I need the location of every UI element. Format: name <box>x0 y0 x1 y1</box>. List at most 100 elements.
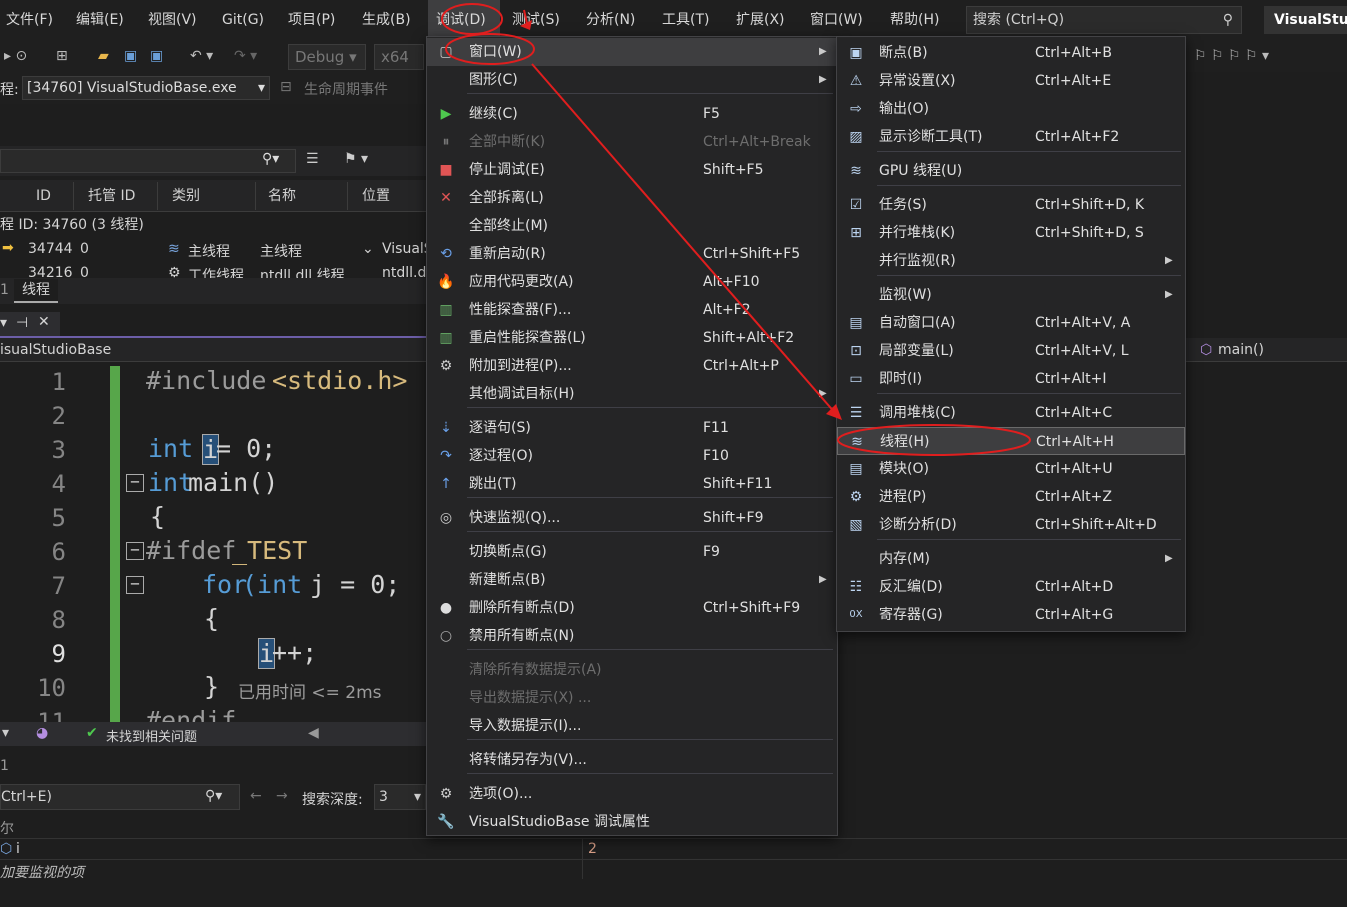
menu-project[interactable]: 项目(P) <box>288 0 335 40</box>
pin-icon[interactable]: ⊣ <box>16 315 28 331</box>
function-scope[interactable]: main() <box>1218 342 1264 358</box>
debug-menu-item[interactable]: ▶ 继续(C) F5 <box>427 100 837 128</box>
table-row[interactable]: ⬡ i 2 <box>0 838 1347 879</box>
collapse-icon[interactable]: − <box>126 576 144 594</box>
window-menu-item[interactable]: ≋ GPU 线程(U) <box>837 157 1185 185</box>
depth-select[interactable]: 3 ▾ <box>374 784 426 810</box>
save-icon[interactable]: ▣ <box>124 44 137 68</box>
debug-menu-item[interactable]: 🔥 应用代码更改(A) Alt+F10 <box>427 268 837 296</box>
bookmark-icon[interactable]: ⚐ ⚐ ⚐ ⚐ ▾ <box>1194 44 1269 68</box>
menu-view[interactable]: 视图(V) <box>148 0 197 40</box>
menu-test[interactable]: 测试(S) <box>512 0 560 40</box>
window-menu-item[interactable]: ☰ 调用堆栈(C) Ctrl+Alt+C <box>837 399 1185 427</box>
debug-menu-item[interactable]: 🔧 VisualStudioBase 调试属性 <box>427 808 837 836</box>
undo-icon[interactable]: ↶ ▾ <box>190 44 213 68</box>
collapse-icon[interactable]: − <box>126 474 144 492</box>
window-menu-item[interactable]: ▭ 即时(I) Ctrl+Alt+I <box>837 365 1185 393</box>
platform-combo[interactable]: x64 <box>374 44 424 70</box>
debug-menu-item[interactable]: 切换断点(G) F9 <box>427 538 837 566</box>
debug-menu-item[interactable]: 图形(C) ▶ <box>427 66 837 94</box>
lifecycle-icon[interactable]: ⊟ <box>280 79 292 95</box>
lifecycle-events[interactable]: 生命周期事件 <box>304 79 388 99</box>
debug-menu-item[interactable]: 导入数据提示(I)... <box>427 712 837 740</box>
col-managed-id[interactable]: 托管 ID <box>80 182 158 210</box>
code-editor[interactable]: 1 2 3 4 5 6 7 8 9 10 11 #include <stdio.… <box>0 362 428 736</box>
menu-file[interactable]: 文件(F) <box>6 0 53 40</box>
window-menu-item[interactable]: ☑ 任务(S) Ctrl+Shift+D, K <box>837 191 1185 219</box>
menu-extensions[interactable]: 扩展(X) <box>736 0 785 40</box>
debug-menu-item[interactable]: ▢ 窗口(W) ▶ <box>427 38 837 66</box>
window-menu-item[interactable]: 内存(M) ▶ <box>837 545 1185 573</box>
debug-menu-item[interactable]: 清除所有数据提示(A) <box>427 656 837 684</box>
col-name[interactable]: 名称 <box>260 182 348 210</box>
window-menu-item[interactable]: ⊡ 局部变量(L) Ctrl+Alt+V, L <box>837 337 1185 365</box>
add-watch-hint[interactable]: 加要监视的项 <box>0 862 84 882</box>
debug-menu-item[interactable]: ● 删除所有断点(D) Ctrl+Shift+F9 <box>427 594 837 622</box>
debug-menu-item[interactable]: ▥ 性能探查器(F)... Alt+F2 <box>427 296 837 324</box>
window-menu-item[interactable]: 监视(W) ▶ <box>837 281 1185 309</box>
chevron-down-icon[interactable]: ⌄ <box>362 241 374 257</box>
window-menu-item[interactable]: ⚙ 进程(P) Ctrl+Alt+Z <box>837 483 1185 511</box>
redo-icon[interactable]: ↷ ▾ <box>234 44 257 68</box>
debug-menu-item[interactable]: ⇣ 逐语句(S) F11 <box>427 414 837 442</box>
window-menu-item[interactable]: ≋ 线程(H) Ctrl+Alt+H <box>837 427 1185 455</box>
debug-menu-item[interactable]: ◎ 快速监视(Q)... Shift+F9 <box>427 504 837 532</box>
menu-window[interactable]: 窗口(W) <box>810 0 863 40</box>
window-menu-item[interactable]: ⇨ 输出(O) <box>837 95 1185 123</box>
col-category[interactable]: 类别 <box>164 182 256 210</box>
debug-menu-item[interactable]: ■ 停止调试(E) Shift+F5 <box>427 156 837 184</box>
debug-menu-item[interactable]: 导出数据提示(X) ... <box>427 684 837 712</box>
debug-menu-item[interactable]: ○ 禁用所有断点(N) <box>427 622 837 650</box>
col-id[interactable]: ID <box>28 182 74 210</box>
nav-back-icon[interactable]: ▸ ⊙ <box>4 44 27 68</box>
watch-search-input[interactable]: Ctrl+E) ⚲▾ <box>0 784 240 810</box>
debug-menu-item[interactable]: ▥ 重启性能探查器(L) Shift+Alt+F2 <box>427 324 837 352</box>
debug-menu-item[interactable]: ⏸ 全部中断(K) Ctrl+Alt+Break <box>427 128 837 156</box>
dropdown-icon[interactable]: ▾ <box>0 315 7 331</box>
menu-git[interactable]: Git(G) <box>222 0 264 40</box>
table-row[interactable]: ➡ 34744 0 ≋ 主线程 主线程 ⌄ VisualS <box>0 238 433 262</box>
menu-debug[interactable]: 调试(D) <box>428 0 500 40</box>
menu-tools[interactable]: 工具(T) <box>662 0 709 40</box>
debug-menu-item[interactable]: 其他调试目标(H) ▶ <box>427 380 837 408</box>
arrow-left-icon[interactable]: ← <box>250 788 262 804</box>
collapse-icon[interactable]: − <box>126 542 144 560</box>
debug-menu-item[interactable]: ↑ 跳出(T) Shift+F11 <box>427 470 837 498</box>
window-menu-item[interactable]: ⊞ 并行堆栈(K) Ctrl+Shift+D, S <box>837 219 1185 247</box>
debug-menu-item[interactable]: ✕ 全部拆离(L) <box>427 184 837 212</box>
config-combo[interactable]: Debug ▾ <box>288 44 366 70</box>
col-location[interactable]: 位置 <box>354 182 428 210</box>
menu-analyze[interactable]: 分析(N) <box>586 0 635 40</box>
chevron-down-icon[interactable]: ▾ <box>2 725 9 741</box>
window-menu-item[interactable]: 0X 寄存器(G) Ctrl+Alt+G <box>837 601 1185 629</box>
process-combo[interactable]: [34760] VisualStudioBase.exe ▾ <box>22 76 270 100</box>
window-menu-item[interactable]: ▤ 自动窗口(A) Ctrl+Alt+V, A <box>837 309 1185 337</box>
file-scope[interactable]: isualStudioBase <box>0 342 111 358</box>
debug-menu-item[interactable]: ↷ 逐过程(O) F10 <box>427 442 837 470</box>
menu-help[interactable]: 帮助(H) <box>890 0 939 40</box>
save-all-icon[interactable]: ▣ <box>150 44 163 68</box>
menu-build[interactable]: 生成(B) <box>362 0 411 40</box>
issues-status[interactable]: 未找到相关问题 <box>106 726 197 745</box>
threads-search-input[interactable] <box>0 149 296 173</box>
window-menu-item[interactable]: ▣ 断点(B) Ctrl+Alt+B <box>837 39 1185 67</box>
group-icon[interactable]: ☰ <box>306 151 319 167</box>
window-menu-item[interactable]: ⚠ 异常设置(X) Ctrl+Alt+E <box>837 67 1185 95</box>
debug-menu-item[interactable]: 新建断点(B) ▶ <box>427 566 837 594</box>
arrow-right-icon[interactable]: → <box>276 788 288 804</box>
scroll-left-icon[interactable]: ◀ <box>308 725 319 741</box>
search-input[interactable]: 搜索 (Ctrl+Q) ⚲ <box>966 6 1242 34</box>
window-menu-item[interactable]: ▤ 模块(O) Ctrl+Alt+U <box>837 455 1185 483</box>
open-folder-icon[interactable]: ▰ <box>98 44 109 68</box>
debug-menu-item[interactable]: ⟲ 重新启动(R) Ctrl+Shift+F5 <box>427 240 837 268</box>
window-menu-item[interactable]: ▨ 显示诊断工具(T) Ctrl+Alt+F2 <box>837 123 1185 151</box>
menu-edit[interactable]: 编辑(E) <box>76 0 124 40</box>
debug-menu-item[interactable]: ⚙ 选项(O)... <box>427 780 837 808</box>
close-icon[interactable]: ✕ <box>38 314 50 330</box>
window-menu-item[interactable]: ▧ 诊断分析(D) Ctrl+Shift+Alt+D <box>837 511 1185 539</box>
window-menu-item[interactable]: ☷ 反汇编(D) Ctrl+Alt+D <box>837 573 1185 601</box>
window-menu-item[interactable]: 并行监视(R) ▶ <box>837 247 1185 275</box>
debug-menu-item[interactable]: ⚙ 附加到进程(P)... Ctrl+Alt+P <box>427 352 837 380</box>
copilot-icon[interactable]: ◕ <box>36 725 48 741</box>
tab-threads[interactable]: 线程 <box>14 279 58 303</box>
